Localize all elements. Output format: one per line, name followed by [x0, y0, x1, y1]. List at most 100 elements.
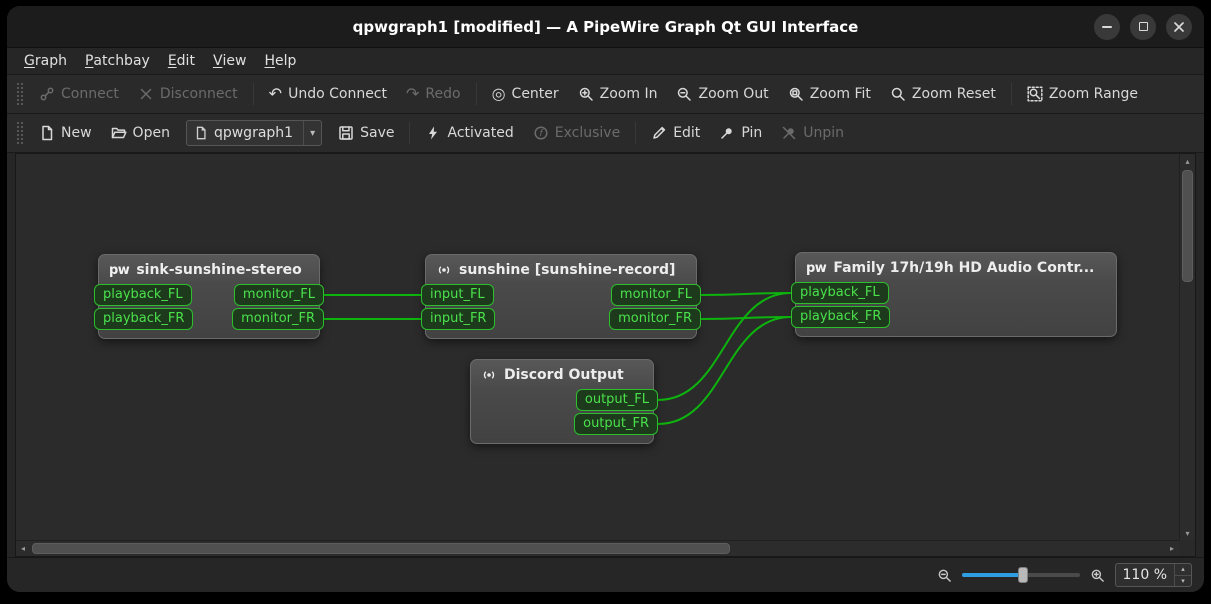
- app-window: qpwgraph1 [modified] — A PipeWire Graph …: [7, 6, 1204, 592]
- zoom-reset-button[interactable]: Zoom Reset: [881, 79, 1005, 109]
- node-title: Discord Output: [504, 367, 624, 383]
- input-port[interactable]: playback_FR: [791, 306, 890, 328]
- menu-edit[interactable]: Edit: [159, 48, 204, 74]
- zoom-fit-button[interactable]: Zoom Fit: [779, 79, 880, 109]
- graph-node-sunshine[interactable]: sunshine [sunshine-record] input_FL moni…: [425, 254, 697, 339]
- toolbar-separator: [1011, 83, 1012, 105]
- scroll-down-button[interactable]: ▾: [1180, 526, 1195, 540]
- undo-connect-button[interactable]: ↶ Undo Connect: [260, 79, 396, 109]
- output-port[interactable]: monitor_FR: [609, 308, 701, 330]
- zoom-slider-handle[interactable]: [1018, 567, 1028, 583]
- port-row: input_FL monitor_FL: [426, 284, 696, 306]
- close-icon: [1174, 22, 1184, 32]
- minimize-icon: [1102, 26, 1112, 28]
- input-port[interactable]: playback_FL: [791, 282, 889, 304]
- connect-button[interactable]: Connect: [30, 79, 128, 109]
- activated-toggle[interactable]: Activated: [416, 118, 522, 148]
- combo-dropdown-icon[interactable]: ▾: [303, 121, 321, 145]
- graph-canvas[interactable]: pw sink-sunshine-stereo playback_FL moni…: [16, 154, 1179, 540]
- input-port[interactable]: playback_FL: [94, 284, 192, 306]
- scroll-left-button[interactable]: ◂: [16, 541, 30, 556]
- horizontal-scrollbar-thumb[interactable]: [32, 543, 730, 554]
- zoom-out-small-icon[interactable]: [937, 568, 952, 583]
- spin-up-button[interactable]: ▴: [1175, 564, 1191, 576]
- port-row: input_FR monitor_FR: [426, 308, 696, 330]
- menu-graph[interactable]: Graph: [15, 48, 76, 74]
- port-row: playback_FL monitor_FL: [99, 284, 319, 306]
- patchbay-file-icon: [194, 126, 208, 140]
- center-button[interactable]: ◎ Center: [483, 79, 568, 109]
- zoom-slider[interactable]: [962, 573, 1080, 577]
- horizontal-scrollbar[interactable]: ◂ ▸: [16, 540, 1179, 556]
- output-port[interactable]: monitor_FR: [232, 308, 324, 330]
- output-port[interactable]: output_FR: [574, 413, 658, 435]
- graph-scroll-area: pw sink-sunshine-stereo playback_FL moni…: [15, 153, 1196, 557]
- patchbay-profile-combo[interactable]: qpwgraph1 ▾: [186, 120, 322, 146]
- scroll-up-button[interactable]: ▴: [1180, 154, 1195, 168]
- exclusive-icon: f: [533, 125, 549, 141]
- disconnect-button[interactable]: Disconnect: [129, 79, 247, 109]
- graph-node-sink-sunshine-stereo[interactable]: pw sink-sunshine-stereo playback_FL moni…: [98, 254, 320, 339]
- zoom-in-button[interactable]: Zoom In: [569, 79, 667, 109]
- patchbay-toolbar: New Open qpwgraph1 ▾ Save Activated f Ex…: [7, 114, 1204, 153]
- redo-icon: ↷: [406, 86, 419, 102]
- zoom-range-button[interactable]: Zoom Range: [1018, 79, 1147, 109]
- open-button[interactable]: Open: [102, 118, 179, 148]
- port-row: playback_FL: [796, 282, 1116, 304]
- zoom-fit-icon: [788, 86, 804, 102]
- zoom-spinbox[interactable]: 110 % ▴ ▾: [1115, 563, 1192, 587]
- maximize-button[interactable]: [1130, 14, 1156, 40]
- center-icon: ◎: [492, 86, 506, 102]
- input-port[interactable]: playback_FR: [94, 308, 193, 330]
- port-row: output_FR: [471, 413, 653, 435]
- menu-view[interactable]: View: [204, 48, 256, 74]
- scroll-right-button[interactable]: ▸: [1165, 541, 1179, 556]
- pipewire-icon: pw: [806, 261, 826, 276]
- output-port[interactable]: output_FL: [576, 389, 658, 411]
- node-header: pw Family 17h/19h HD Audio Contr...: [796, 253, 1116, 280]
- scrollbar-corner: [1179, 540, 1195, 556]
- pin-button[interactable]: Pin: [710, 118, 771, 148]
- node-header: sunshine [sunshine-record]: [426, 255, 696, 282]
- port-row: output_FL: [471, 389, 653, 411]
- graph-toolbar: Connect Disconnect ↶ Undo Connect ↷ Redo…: [7, 75, 1204, 114]
- menubar: Graph Patchbay Edit View Help: [7, 48, 1204, 75]
- toolbar-separator: [476, 83, 477, 105]
- new-button[interactable]: New: [30, 118, 101, 148]
- save-button[interactable]: Save: [329, 118, 403, 148]
- connections-layer: [16, 154, 1179, 540]
- graph-node-discord-output[interactable]: Discord Output output_FL output_FR: [470, 359, 654, 444]
- maximize-icon: [1139, 22, 1148, 31]
- stream-icon: [481, 367, 497, 383]
- vertical-scrollbar-thumb[interactable]: [1182, 170, 1193, 282]
- zoom-slider-fill: [962, 573, 1023, 577]
- input-port[interactable]: input_FR: [421, 308, 495, 330]
- zoom-value[interactable]: 110 %: [1116, 564, 1174, 586]
- graph-node-family-hd-audio[interactable]: pw Family 17h/19h HD Audio Contr... play…: [795, 252, 1117, 337]
- unpin-button[interactable]: Unpin: [772, 118, 853, 148]
- input-port[interactable]: input_FL: [421, 284, 494, 306]
- zoom-out-icon: [676, 86, 692, 102]
- menu-help[interactable]: Help: [255, 48, 305, 74]
- menu-patchbay[interactable]: Patchbay: [76, 48, 159, 74]
- spinbox-arrows: ▴ ▾: [1174, 564, 1191, 586]
- save-icon: [338, 125, 354, 141]
- output-port[interactable]: monitor_FL: [234, 284, 324, 306]
- zoom-reset-icon: [890, 86, 906, 102]
- node-header: Discord Output: [471, 360, 653, 387]
- toolbar-handle[interactable]: [16, 121, 24, 145]
- edit-button[interactable]: Edit: [642, 118, 709, 148]
- vertical-scrollbar[interactable]: ▴ ▾: [1179, 154, 1195, 540]
- statusbar: 110 % ▴ ▾: [7, 557, 1204, 592]
- toolbar-handle[interactable]: [16, 82, 24, 106]
- spin-down-button[interactable]: ▾: [1175, 576, 1191, 587]
- zoom-in-small-icon[interactable]: [1090, 568, 1105, 583]
- toolbar-separator: [409, 122, 410, 144]
- zoom-out-button[interactable]: Zoom Out: [667, 79, 777, 109]
- close-button[interactable]: [1166, 14, 1192, 40]
- minimize-button[interactable]: [1094, 14, 1120, 40]
- output-port[interactable]: monitor_FL: [611, 284, 701, 306]
- redo-button[interactable]: ↷ Redo: [397, 79, 470, 109]
- window-title: qpwgraph1 [modified] — A PipeWire Graph …: [353, 18, 859, 36]
- exclusive-toggle[interactable]: f Exclusive: [524, 118, 629, 148]
